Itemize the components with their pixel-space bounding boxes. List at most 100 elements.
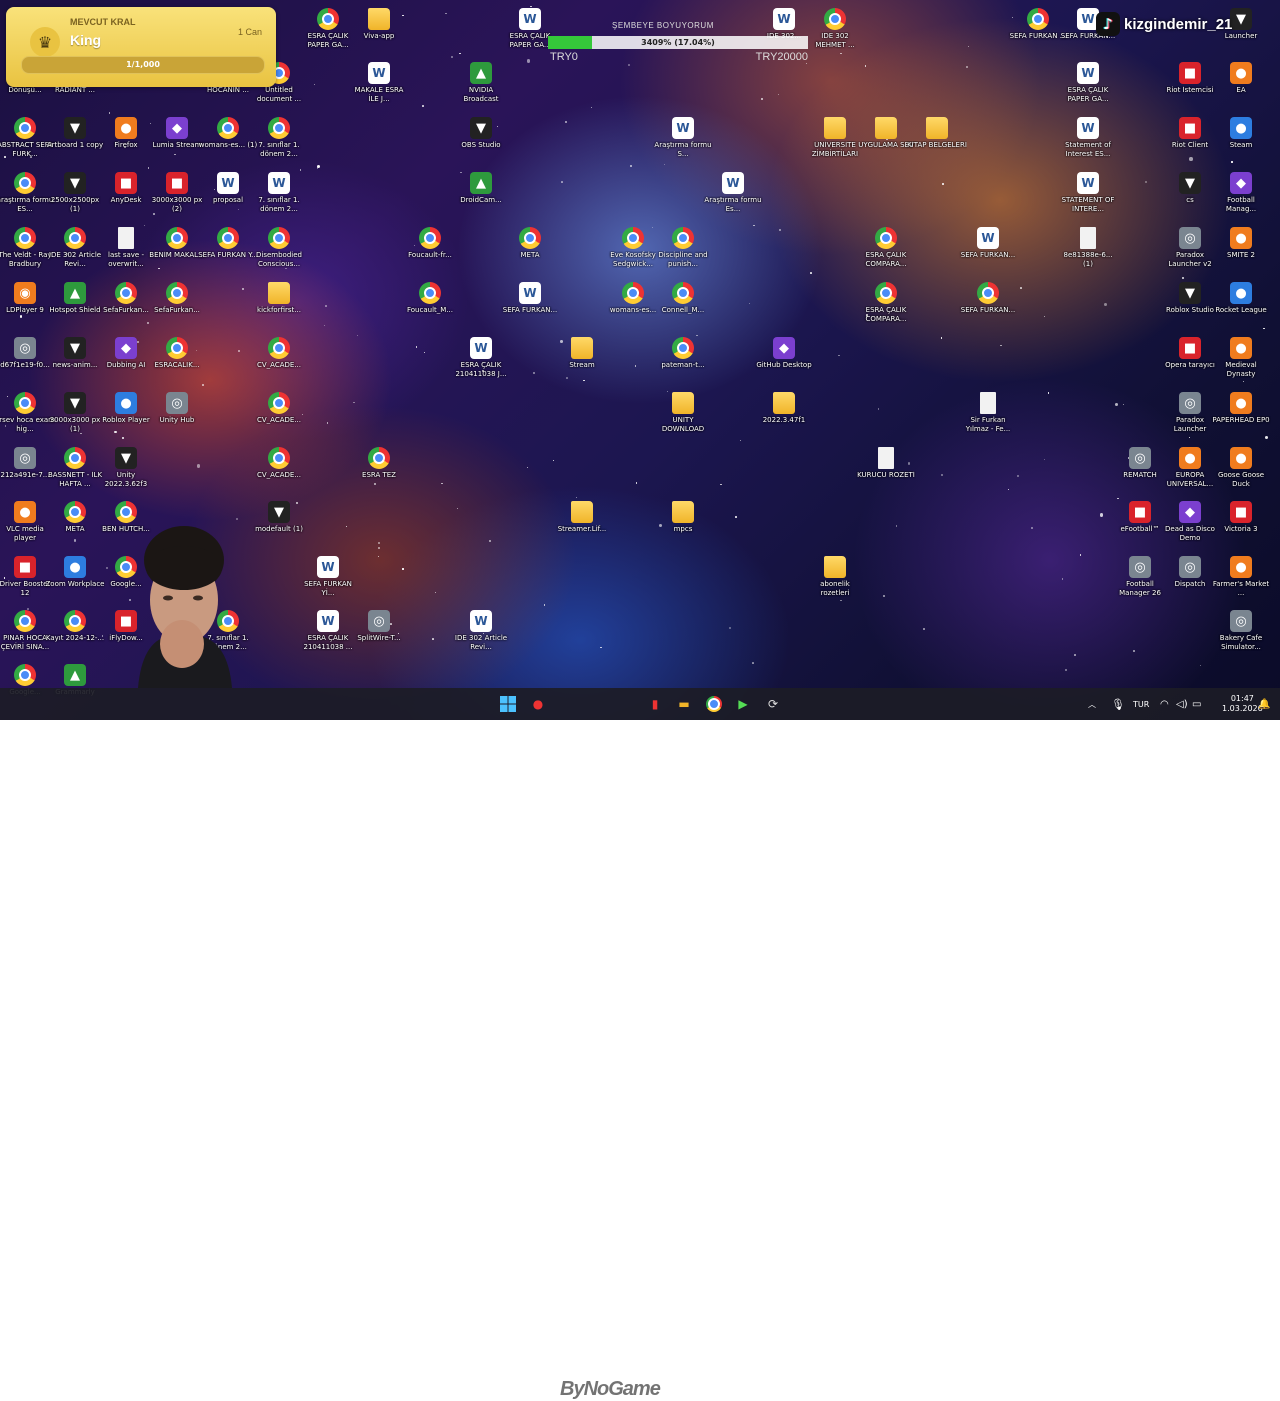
desktop-icon[interactable]: ▼ Unity 2022.3.62f3 bbox=[96, 447, 156, 488]
tray-notifications[interactable]: 🔔 bbox=[1258, 688, 1270, 720]
chrome-icon bbox=[64, 227, 86, 249]
chrome-icon bbox=[824, 8, 846, 30]
taskbar-chrome[interactable] bbox=[703, 693, 725, 715]
desktop-icon[interactable]: ESRA ÇALIK COMPARA... bbox=[856, 282, 916, 323]
desktop-icon[interactable]: SefaFurkan... bbox=[147, 282, 207, 315]
tray-language[interactable]: TUR bbox=[1133, 688, 1149, 720]
star bbox=[532, 371, 535, 374]
desktop-icon[interactable]: ◆ Football Manag... bbox=[1211, 172, 1271, 213]
desktop-icon-label: Statement of Interest ES... bbox=[1065, 141, 1111, 158]
desktop-icon[interactable]: CV_ACADE... bbox=[249, 447, 309, 480]
desktop-icon[interactable]: ● Farmer's Market ... bbox=[1211, 556, 1271, 597]
desktop-icon[interactable]: Foucault_M... bbox=[400, 282, 460, 315]
taskbar-app-3[interactable]: ▬ bbox=[673, 693, 695, 715]
desktop-icon[interactable]: ◎ SplitWire-T... bbox=[349, 610, 409, 643]
desktop-icon[interactable]: ◎ Bakery Cafe Simulator... bbox=[1211, 610, 1271, 651]
desktop-icon[interactable]: W SEFA FURKAN... bbox=[958, 227, 1018, 260]
tray-volume[interactable]: ◁) bbox=[1176, 688, 1188, 720]
desktop-icon[interactable]: ◆ GitHub Desktop bbox=[754, 337, 814, 370]
desktop-icon[interactable]: UNITY DOWNLOAD bbox=[653, 392, 713, 433]
desktop-icon[interactable]: ● Steam bbox=[1211, 117, 1271, 150]
app-icon: ■ bbox=[1179, 117, 1201, 139]
star bbox=[748, 302, 751, 305]
desktop-icon[interactable]: ● PAPERHEAD EP0 bbox=[1211, 392, 1271, 425]
desktop-icon[interactable]: META bbox=[500, 227, 560, 260]
tray-overflow[interactable]: ︿ bbox=[1088, 688, 1096, 720]
desktop-icon[interactable]: KİTAP BELGELERİ bbox=[907, 117, 967, 150]
star bbox=[1104, 302, 1107, 306]
star bbox=[313, 83, 315, 85]
desktop-icon[interactable]: abonelik rozetleri bbox=[805, 556, 865, 597]
desktop-icon[interactable]: CV_ACADE... bbox=[249, 337, 309, 370]
windows-icon bbox=[500, 696, 516, 712]
desktop-icon-label: KURUCU ROZETİ bbox=[857, 471, 915, 479]
desktop-icon[interactable]: ESRA TEZ bbox=[349, 447, 409, 480]
desktop-icon-label: SplitWire-T... bbox=[357, 634, 401, 642]
desktop-icon[interactable]: kickforfirst... bbox=[249, 282, 309, 315]
wifi-icon: ◠ bbox=[1160, 698, 1169, 710]
desktop-icon[interactable]: mpcs bbox=[653, 501, 713, 534]
taskbar-app-1[interactable]: ● bbox=[527, 693, 549, 715]
app-icon: ◎ bbox=[14, 337, 36, 359]
app-icon: ● bbox=[1230, 556, 1252, 578]
taskbar-app-5[interactable]: ⟳ bbox=[762, 693, 784, 715]
tray-battery[interactable]: ▭ bbox=[1192, 688, 1201, 720]
goal-title: ŞEMBEYE BOYUYORUM bbox=[612, 21, 714, 30]
desktop-icon[interactable]: SEFA FURKAN... bbox=[958, 282, 1018, 315]
desktop-icon[interactable]: W Araştırma formu S... bbox=[653, 117, 713, 158]
desktop-icon[interactable]: 2022.3.47f1 bbox=[754, 392, 814, 425]
desktop-icon[interactable]: ESRACALIK... bbox=[147, 337, 207, 370]
desktop-icon[interactable]: pateman-t... bbox=[653, 337, 713, 370]
desktop-icon[interactable]: W IDE 302 Article Revi... bbox=[451, 610, 511, 651]
desktop-icon[interactable]: ● EA bbox=[1211, 62, 1271, 95]
desktop-icon[interactable]: W Araştırma formu Es... bbox=[703, 172, 763, 213]
desktop-icon[interactable]: Viva-app bbox=[349, 8, 409, 41]
desktop-icon[interactable]: Connell_M... bbox=[653, 282, 713, 315]
desktop-icon[interactable]: ● Rocket League bbox=[1211, 282, 1271, 315]
desktop-icon[interactable]: ▲ DroidCam... bbox=[451, 172, 511, 205]
desktop-icon[interactable]: ▼ modefault (1) bbox=[249, 501, 309, 534]
star bbox=[402, 568, 404, 570]
star bbox=[373, 483, 376, 486]
tray-mic[interactable]: 🎙 bbox=[1111, 688, 1125, 720]
desktop-icon[interactable]: W MAKALE ESRA İLE J... bbox=[349, 62, 409, 103]
desktop-icon-label: Rocket League bbox=[1215, 306, 1267, 314]
desktop-icon[interactable]: ● Medieval Dynasty bbox=[1211, 337, 1271, 378]
desktop-icon[interactable]: ● SMITE 2 bbox=[1211, 227, 1271, 260]
desktop-icon[interactable]: W 7. sınıflar 1. dönem 2... bbox=[249, 172, 309, 213]
desktop-icon[interactable]: 7. sınıflar 1. dönem 2... bbox=[249, 117, 309, 158]
desktop-icon[interactable]: W Statement of Interest ES... bbox=[1058, 117, 1118, 158]
desktop-icon[interactable]: KURUCU ROZETİ bbox=[856, 447, 916, 480]
desktop-icon[interactable]: 8e81388e-6... (1) bbox=[1058, 227, 1118, 268]
word-document-icon: W bbox=[317, 556, 339, 578]
desktop-icon[interactable]: IDE 302 MEHMET ... bbox=[805, 8, 865, 49]
desktop-icon[interactable]: ■ Victoria 3 bbox=[1211, 501, 1271, 534]
desktop-icon[interactable]: W SEFA FURKAN... bbox=[500, 282, 560, 315]
desktop-icon[interactable]: ▲ NVIDIA Broadcast bbox=[451, 62, 511, 103]
desktop-icon-label: Viva-app bbox=[363, 32, 395, 40]
desktop-icon-label: 2022.3.47f1 bbox=[762, 416, 806, 424]
desktop-icon[interactable]: ESRA ÇALIK COMPARA... bbox=[856, 227, 916, 268]
desktop-icon[interactable]: Stream bbox=[552, 337, 612, 370]
app-icon: ● bbox=[1230, 392, 1252, 414]
taskbar-app-2[interactable]: ▮ bbox=[644, 693, 666, 715]
desktop-icon[interactable]: W SEFA FURKAN Yİ... bbox=[298, 556, 358, 597]
desktop-icon[interactable]: Discipline and punish... bbox=[653, 227, 713, 268]
start-button[interactable] bbox=[497, 693, 519, 715]
desktop-icon[interactable]: ● Goose Goose Duck bbox=[1211, 447, 1271, 488]
desktop-icon[interactable]: W ESRA ÇALIK PAPER GA... bbox=[1058, 62, 1118, 103]
taskbar-app-4[interactable]: ▶ bbox=[732, 693, 754, 715]
star bbox=[630, 165, 633, 167]
desktop-icon[interactable]: Sir Furkan Yılmaz - Fe... bbox=[958, 392, 1018, 433]
desktop-icon[interactable]: W ESRA ÇALIK 210411038 J... bbox=[451, 337, 511, 378]
tray-clock[interactable]: 01:47 1.03.2026 bbox=[1222, 688, 1263, 720]
desktop-icon[interactable]: CV_ACADE... bbox=[249, 392, 309, 425]
desktop-icon[interactable]: Streamer.Lif... bbox=[552, 501, 612, 534]
desktop-icon[interactable]: W STATEMENT OF INTERE... bbox=[1058, 172, 1118, 213]
star bbox=[809, 271, 812, 274]
tray-network[interactable]: ◠ bbox=[1160, 688, 1169, 720]
desktop-icon[interactable]: ◎ Unity Hub bbox=[147, 392, 207, 425]
desktop-icon[interactable]: Disembodied Conscious... bbox=[249, 227, 309, 268]
desktop-icon[interactable]: Foucault-fr... bbox=[400, 227, 460, 260]
desktop-icon[interactable]: ▼ OBS Studio bbox=[451, 117, 511, 150]
